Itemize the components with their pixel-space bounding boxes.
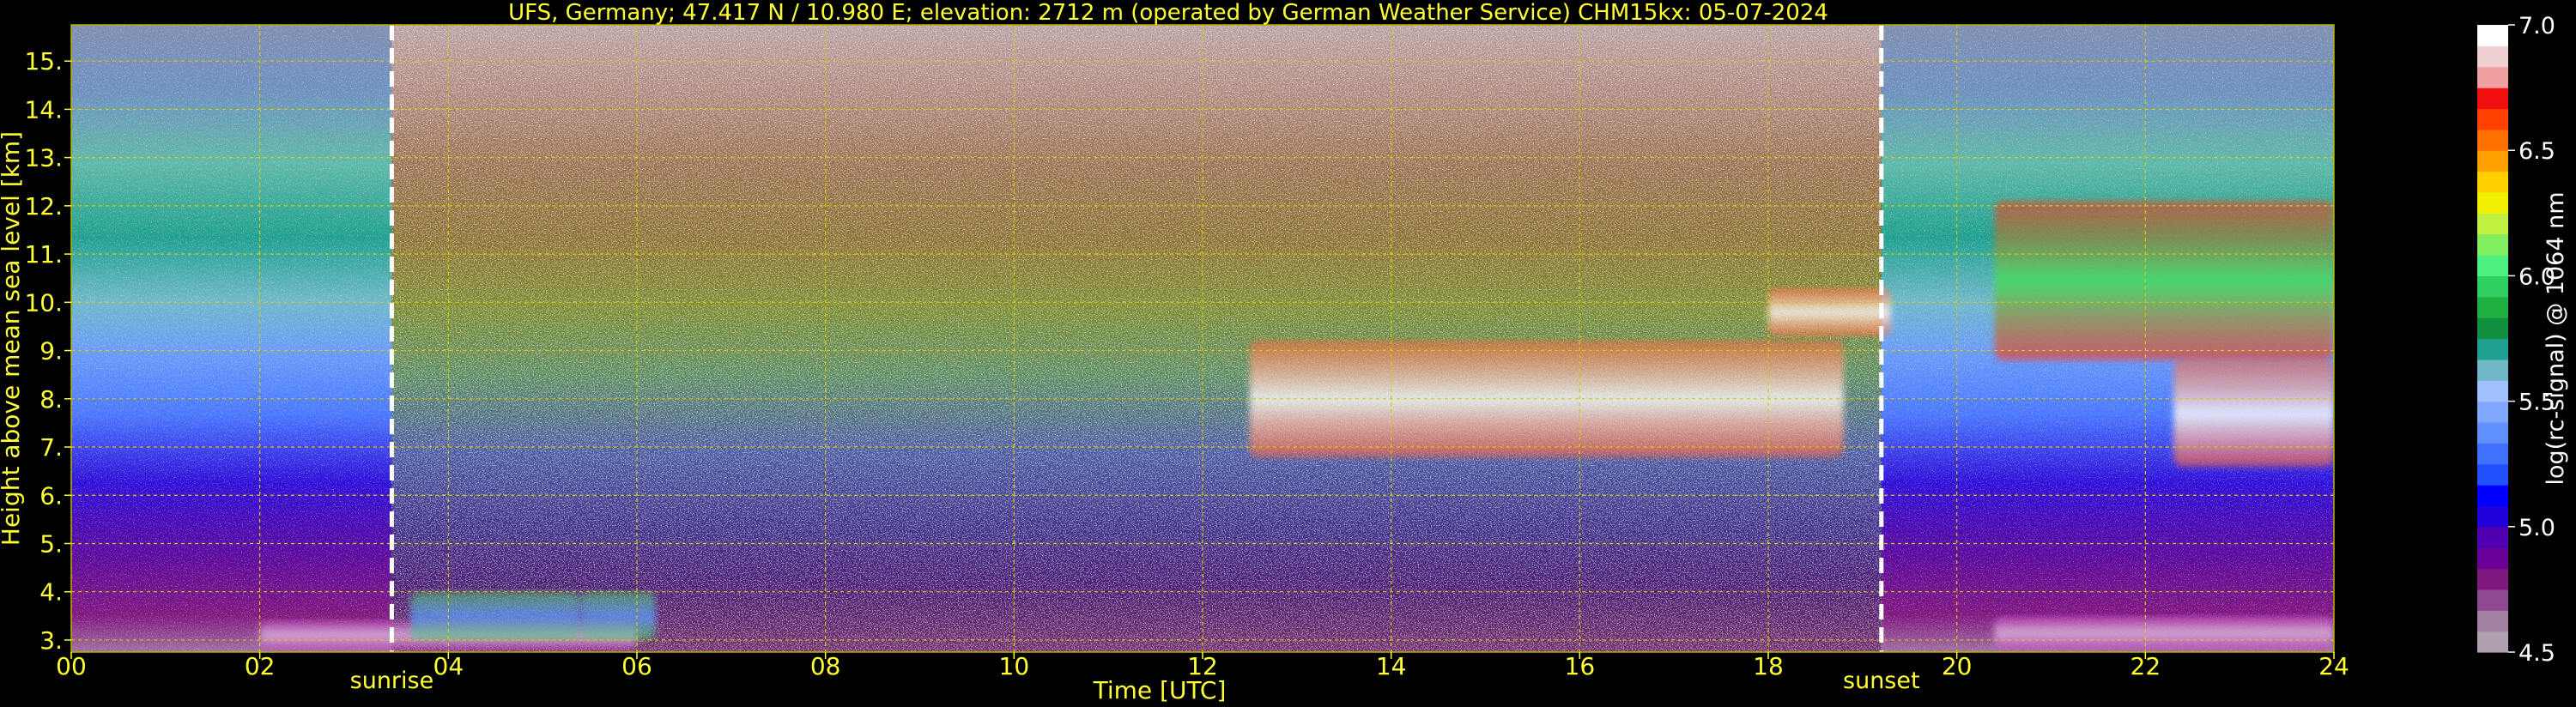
colorbar-step-4 (2477, 547, 2508, 570)
colorbar-step-14 (2477, 338, 2508, 360)
y-tick-label-6: 9. (39, 337, 63, 366)
y-tick-label-3: 6. (39, 481, 63, 510)
colorbar-step-2 (2477, 589, 2508, 611)
x-tick-label-2: 04 (433, 652, 464, 680)
x-axis-title: Time [UTC] (1093, 676, 1227, 704)
y-tick-label-12: 15. (24, 47, 63, 76)
colorbar-step-23 (2477, 150, 2508, 172)
y-tick-label-2: 5. (39, 529, 63, 558)
y-tick-label-5: 8. (39, 385, 63, 414)
x-tick-label-4: 08 (810, 652, 841, 680)
x-tick-label-8: 16 (1565, 652, 1596, 680)
colorbar-step-13 (2477, 359, 2508, 381)
x-tick-label-7: 14 (1376, 652, 1407, 680)
x-tick-label-1: 02 (245, 652, 276, 680)
colorbar-step-15 (2477, 317, 2508, 340)
feature-boundary-layer-aerosol-7 (1994, 615, 2334, 650)
colorbar: 4.55.05.56.06.57.0 log(rc-signal) @ 1064… (2477, 13, 2569, 667)
colorbar-step-24 (2477, 129, 2508, 151)
colorbar-tick-label-4: 6.5 (2518, 138, 2555, 165)
y-tick-label-8: 11. (24, 240, 63, 269)
colorbar-steps (2477, 25, 2508, 653)
colorbar-step-29 (2477, 25, 2508, 46)
colorbar-step-6 (2477, 505, 2508, 528)
event-label-sunset: sunset (1843, 668, 1920, 694)
colorbar-step-17 (2477, 275, 2508, 298)
x-tick-label-5: 10 (999, 652, 1030, 680)
colorbar-step-25 (2477, 108, 2508, 130)
y-tick-label-7: 10. (24, 288, 63, 317)
colorbar-tick-label-1: 5.0 (2518, 515, 2555, 541)
event-label-sunrise: sunrise (350, 668, 434, 694)
chart-title: UFS, Germany; 47.417 N / 10.980 E; eleva… (508, 0, 1828, 26)
colorbar-step-22 (2477, 171, 2508, 193)
colorbar-tick-label-5: 7.0 (2518, 13, 2555, 39)
colorbar-step-9 (2477, 443, 2508, 465)
x-tick-label-10: 20 (1942, 652, 1973, 680)
plot-area (71, 25, 2334, 652)
colorbar-step-5 (2477, 526, 2508, 548)
y-tick-label-11: 14. (24, 95, 63, 124)
x-tick-label-12: 24 (2318, 652, 2349, 680)
colorbar-step-7 (2477, 485, 2508, 507)
colorbar-step-3 (2477, 568, 2508, 590)
x-tick-label-9: 18 (1753, 652, 1784, 680)
colorbar-step-19 (2477, 233, 2508, 256)
y-tick-label-4: 7. (39, 433, 63, 462)
noise-night-0 (71, 25, 392, 652)
x-tick-label-11: 22 (2131, 652, 2161, 680)
y-axis-title: Height above mean sea level [km] (0, 131, 25, 546)
colorbar-label: log(rc-signal) @ 1064 nm (2543, 191, 2569, 485)
colorbar-step-21 (2477, 191, 2508, 214)
colorbar-step-26 (2477, 88, 2508, 110)
colorbar-step-20 (2477, 213, 2508, 235)
colorbar-step-11 (2477, 401, 2508, 423)
x-tick-label-0: 00 (56, 652, 87, 680)
feature-cirrus-5 (1994, 201, 2334, 360)
feature-aerosol-plume-2 (580, 591, 656, 640)
y-tick-label-9: 12. (24, 192, 63, 221)
colorbar-step-28 (2477, 45, 2508, 68)
noise-day-1 (391, 25, 1882, 652)
feature-cloud-4 (1768, 287, 1891, 336)
colorbar-tick-label-0: 4.5 (2518, 640, 2555, 667)
colorbar-step-0 (2477, 631, 2508, 653)
ceilometer-chart: sunrise sunset00 02 04 06 08 10 12 14 16 18 20 22 243… (0, 0, 2569, 704)
colorbar-step-16 (2477, 296, 2508, 318)
colorbar-step-27 (2477, 66, 2508, 88)
feature-aerosol-plume-1 (410, 591, 581, 640)
colorbar-step-10 (2477, 421, 2508, 444)
y-tick-label-0: 3. (39, 626, 63, 655)
y-tick-label-10: 13. (24, 144, 63, 172)
colorbar-step-8 (2477, 463, 2508, 486)
y-tick-label-1: 4. (39, 578, 63, 607)
colorbar-step-12 (2477, 380, 2508, 402)
x-tick-label-3: 06 (621, 652, 652, 680)
colorbar-step-18 (2477, 255, 2508, 276)
colorbar-step-1 (2477, 610, 2508, 632)
feature-cloud-6 (2173, 360, 2334, 467)
